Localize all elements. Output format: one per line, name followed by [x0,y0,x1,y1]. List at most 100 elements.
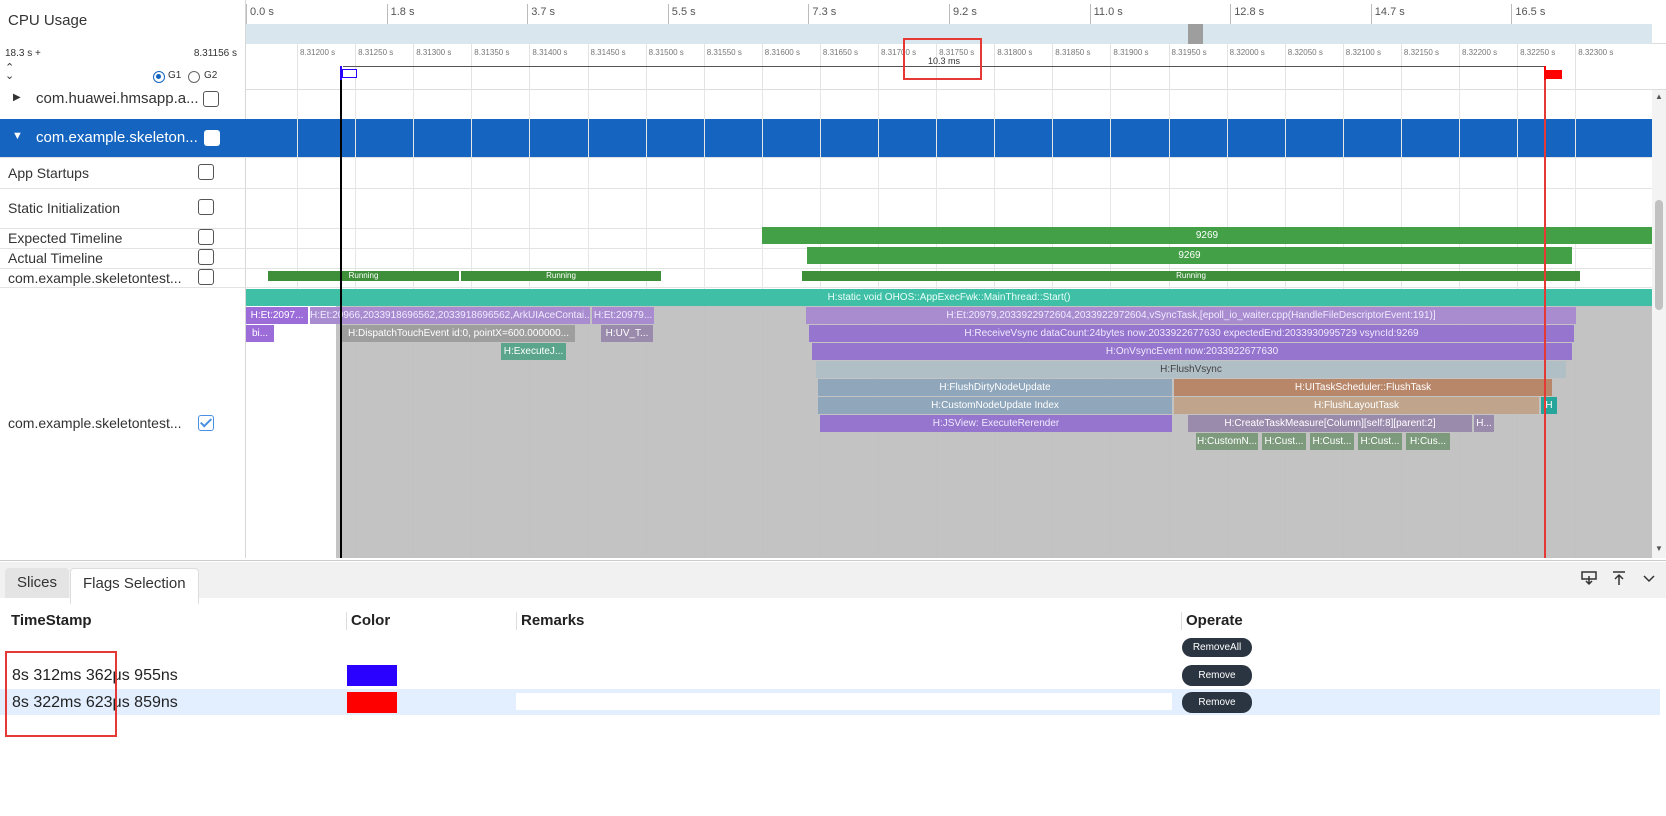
slice-flush-dirty[interactable]: H:FlushDirtyNodeUpdate [818,379,1172,396]
bottom-tab-bar [0,562,1666,598]
slice-custom-n[interactable]: H:CustomN... [1196,433,1258,450]
red-flag-icon[interactable] [1544,66,1566,80]
maximize-icon[interactable] [1611,570,1627,586]
zoom-tick-label: 8.32050 s [1287,48,1323,57]
slice-cust[interactable]: H:Cust... [1310,433,1354,450]
scroll-thumb[interactable] [1655,200,1663,310]
slice-main-thread[interactable]: H:static void OHOS::AppExecFwk::MainThre… [246,289,1652,306]
cpu-usage-cell [1173,24,1189,44]
slice-et[interactable]: H:Et:20979,2033922972604,2033922972604,v… [806,307,1576,324]
collapse-panel-icon[interactable] [1641,570,1657,586]
cpu-usage-cell [649,24,666,44]
slice-flush-layout[interactable]: H:FlushLayoutTask [1174,397,1539,414]
static-init-checkbox[interactable] [198,199,214,215]
cpu-usage-cell [754,24,770,44]
cpu-usage-cell [1188,24,1204,44]
collapse-arrow-icon[interactable]: ▼ [12,130,23,142]
process-expanded-checkbox[interactable] [204,130,220,146]
zoom-tick-mark [413,44,415,90]
cpu-usage-cell [1128,24,1144,44]
slice-cus[interactable]: H:Cus... [1406,433,1450,450]
app-startups-checkbox[interactable] [198,164,214,180]
zoom-tick-mark [1575,44,1577,90]
cpu-usage-cell [1248,24,1264,44]
total-tick-mark [667,4,669,24]
slice-et[interactable]: H:Et:2097... [246,307,308,324]
cpu-usage-cell [1293,24,1309,44]
cpu-usage-cell [1098,24,1115,44]
expected-frame-bar[interactable]: 9269 [762,227,1652,244]
cpu-usage-cell [1442,24,1459,44]
col-timestamp: TimeStamp [11,612,92,629]
slice-et[interactable]: H:Et:20966,2033918696562,2033918696562,A… [310,307,590,324]
flag-color-swatch[interactable] [347,692,397,713]
zoom-tick-label: 8.32100 s [1345,48,1381,57]
range-start-label: 8.31156 s [193,48,237,59]
remove-button[interactable]: Remove [1182,692,1252,713]
g2-radio[interactable] [188,71,200,83]
bottom-panel [0,560,1666,816]
slice-uv[interactable]: H:UV_T... [601,325,653,342]
running-state-bar[interactable]: Running [802,271,1580,281]
expand-arrow-icon[interactable]: ▶ [13,92,21,103]
remove-all-button[interactable]: RemoveAll [1182,638,1252,657]
slice-custom-node[interactable]: H:CustomNodeUpdate Index [818,397,1172,414]
slice-dispatch[interactable]: H:DispatchTouchEvent id:0, pointX=600.00… [342,325,575,342]
actual-frame-bar[interactable]: 9269 [807,247,1572,264]
thread-slices-checkbox[interactable] [198,415,214,431]
slice-create-task[interactable]: H:CreateTaskMeasure[Column][self:8][pare… [1188,415,1472,432]
track-scrollbar[interactable]: ▲ ▼ [1652,90,1666,558]
g1-radio[interactable] [153,71,165,83]
total-tick-mark [1089,4,1091,24]
g1-label: G1 [168,70,182,81]
zoom-tick-label: 8.32300 s [1578,48,1614,57]
slice-execute-j[interactable]: H:ExecuteJ... [501,343,566,360]
running-state-bar[interactable]: Running [268,271,459,281]
slice-h-dots[interactable]: H... [1474,415,1494,432]
tab-flags-selection[interactable]: Flags Selection [70,568,199,604]
timeline-track-area[interactable]: 9269 9269 Running Running Running H:stat… [246,90,1652,558]
cpu-usage-cell [814,24,830,44]
zoom-tick-label: 8.31200 s [300,48,336,57]
scroll-down-icon[interactable]: ▼ [1655,544,1663,553]
slice-cust[interactable]: H:Cust... [1358,433,1402,450]
slice-bi[interactable]: bi... [246,325,274,342]
tab-slices[interactable]: Slices [5,568,70,598]
slice-flush-vsync[interactable]: H:FlushVsync [816,361,1566,378]
remarks-input[interactable] [516,693,1172,710]
expected-timeline-checkbox[interactable] [198,229,214,245]
cpu-usage-cell [1038,24,1055,44]
thread-state-checkbox[interactable] [198,269,214,285]
actual-timeline-checkbox[interactable] [198,249,214,265]
slice-jsview[interactable]: H:JSView: ExecuteRerender [820,415,1172,432]
total-tick-mark [949,4,950,24]
download-icon[interactable] [1581,570,1597,586]
cpu-usage-cell [1457,24,1473,44]
remove-button[interactable]: Remove [1182,665,1252,686]
cpu-usage-cell [395,24,412,44]
zoom-tick-mark [878,44,879,90]
process-collapsed-label[interactable]: com.huawei.hmsapp.a... [36,90,199,107]
zoom-ruler-row: 18.3 s + 8.31156 s ⌃ ⌄ G1 G2 8.31200 s 8.3… [0,38,1666,90]
cpu-usage-cell [1412,24,1429,44]
total-tick-label: 0.0 s [250,6,274,18]
slice-et[interactable]: H:Et:20979... [592,307,654,324]
total-tick-label: 5.5 s [671,6,696,18]
process-collapsed-checkbox[interactable] [203,91,219,107]
slice-receive-vsync[interactable]: H:ReceiveVsync dataCount:24bytes now:203… [809,325,1574,342]
flag-color-swatch[interactable] [347,665,397,686]
zoom-tick-mark [1459,44,1460,90]
slice-ui-task[interactable]: H:UITaskScheduler::FlushTask [1174,379,1552,396]
scroll-up-icon[interactable]: ▲ [1655,92,1663,101]
zoom-tick-label: 8.31500 s [648,48,684,57]
col-operate: Operate [1186,612,1243,629]
cpu-usage-cell [365,24,382,44]
running-state-bar[interactable]: Running [461,271,661,281]
slice-cust[interactable]: H:Cust... [1262,433,1306,450]
collapse-chevron-icon[interactable]: ⌃ ⌄ [5,63,14,82]
cpu-usage-cell [1307,24,1324,44]
cpu-usage-cell [829,24,845,44]
slice-on-vsync[interactable]: H:OnVsyncEvent now:2033922677630 [812,343,1572,360]
blue-flag-icon[interactable] [340,66,360,80]
flag-row[interactable] [0,662,1660,688]
